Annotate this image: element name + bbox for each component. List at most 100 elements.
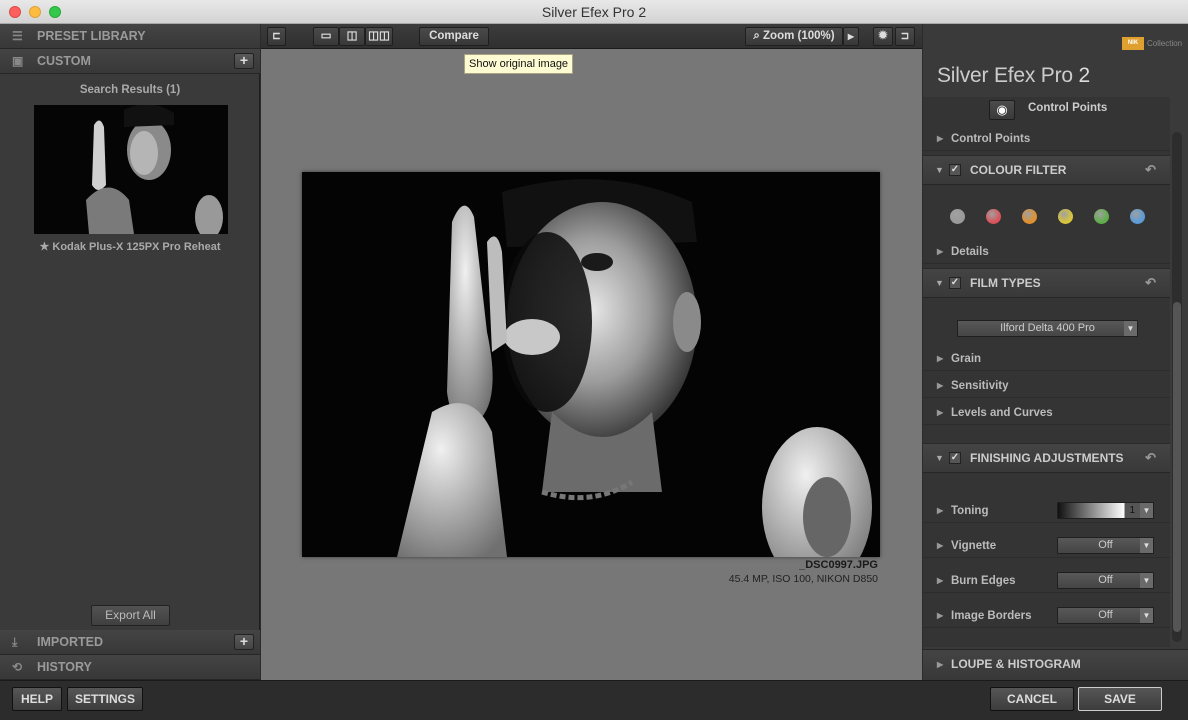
window-title: Silver Efex Pro 2 — [541, 4, 647, 20]
finishing-adjustments-checkbox[interactable]: ✓ — [949, 452, 961, 464]
preset-thumbnail-image — [34, 105, 228, 234]
add-control-point-button[interactable]: ◉ — [989, 100, 1015, 120]
details-row[interactable]: ▶ Details — [923, 240, 1170, 264]
sensitivity-label: Sensitivity — [951, 380, 1009, 392]
split-view-button[interactable]: ◫ — [339, 27, 365, 46]
toggle-right-panel-button[interactable]: ⊐ — [895, 27, 915, 46]
colour-filter-swatch[interactable] — [1058, 209, 1073, 224]
toning-label: Toning — [951, 505, 989, 517]
compare-tooltip: Show original image — [464, 54, 574, 74]
burn-edges-select[interactable]: Off ▼ — [1057, 572, 1154, 589]
grain-label: Grain — [951, 353, 982, 365]
chevron-right-icon: ▶ — [937, 408, 944, 417]
chevron-down-icon: ▼ — [935, 453, 944, 463]
finishing-adjustments-section[interactable]: ▼ ✓ FINISHING ADJUSTMENTS ↶ — [923, 443, 1170, 473]
app-title-text: Silver Efex Pro — [937, 64, 1073, 87]
preset-name[interactable]: ★ Kodak Plus-X 125PX Pro Reheat — [0, 240, 260, 253]
image-borders-select[interactable]: Off ▼ — [1057, 607, 1154, 624]
levels-curves-row[interactable]: ▶ Levels and Curves — [923, 401, 1170, 425]
chevron-right-icon: ▶ — [937, 134, 944, 143]
nik-collection-label: Collection — [1147, 39, 1183, 48]
compare-button[interactable]: Compare — [419, 27, 489, 46]
preset-thumbnail[interactable] — [34, 105, 228, 234]
zoom-button[interactable]: ⌕ Zoom (100%) — [745, 27, 843, 46]
loupe-histogram-section[interactable]: ▶ LOUPE & HISTOGRAM — [923, 649, 1188, 680]
single-view-button[interactable]: ▭ — [313, 27, 339, 46]
background-brightness-button[interactable]: ✹ — [873, 27, 893, 46]
control-point-icon: ◉ — [996, 102, 1008, 117]
chevron-right-icon: ▶ — [937, 506, 944, 515]
save-button[interactable]: SAVE — [1078, 687, 1162, 711]
levels-curves-label: Levels and Curves — [951, 407, 1053, 419]
split-view-icon: ◫ — [346, 30, 358, 42]
settings-button[interactable]: SETTINGS — [67, 687, 143, 711]
colour-filter-swatch[interactable] — [1022, 209, 1037, 224]
colour-filter-swatch[interactable] — [1094, 209, 1109, 224]
vignette-label: Vignette — [951, 540, 997, 552]
custom-header[interactable]: ▣ CUSTOM + — [0, 49, 260, 74]
list-icon: ☰ — [12, 29, 23, 43]
app-branding: NIK Collection Silver Efex Pro 2 — [923, 24, 1188, 97]
zoom-label: Zoom (100%) — [763, 30, 835, 42]
close-window-button[interactable] — [9, 6, 21, 18]
reset-icon[interactable]: ↶ — [1145, 444, 1156, 472]
folder-icon: ▣ — [12, 54, 24, 68]
side-by-side-view-button[interactable]: ◫◫ — [365, 27, 393, 46]
zoom-options-button[interactable]: ▶ — [843, 27, 859, 46]
toggle-left-panel-button[interactable]: ⊏ — [267, 27, 286, 46]
chevron-down-icon: ▼ — [935, 278, 944, 288]
control-points-button-label: Control Points — [1028, 102, 1108, 114]
sensitivity-row[interactable]: ▶ Sensitivity — [923, 374, 1170, 398]
minimize-window-button[interactable] — [29, 6, 41, 18]
chevron-down-icon: ▼ — [1124, 321, 1137, 336]
panel-toggle-icon: ⊏ — [272, 31, 281, 42]
film-types-checkbox[interactable]: ✓ — [949, 277, 961, 289]
image-metadata: 45.4 MP, ISO 100, NIKON D850 — [728, 573, 878, 585]
scrollbar-thumb[interactable] — [1173, 302, 1181, 632]
lightbulb-icon: ✹ — [878, 30, 888, 42]
magnifier-icon: ⌕ — [753, 30, 760, 42]
control-points-row[interactable]: ▶ Control Points — [923, 127, 1170, 151]
history-header[interactable]: ⟲ HISTORY — [0, 655, 260, 680]
preview-image[interactable] — [302, 172, 880, 557]
vignette-select[interactable]: Off ▼ — [1057, 537, 1154, 554]
colour-filter-swatch[interactable] — [986, 209, 1001, 224]
loupe-histogram-label: LOUPE & HISTOGRAM — [951, 657, 1081, 671]
preset-library-header[interactable]: ☰ PRESET LIBRARY — [0, 24, 260, 49]
toning-select[interactable]: 1 ▼ — [1057, 502, 1154, 519]
export-all-button[interactable]: Export All — [91, 605, 170, 626]
colour-filter-checkbox[interactable]: ✓ — [949, 164, 961, 176]
reset-icon[interactable]: ↶ — [1145, 156, 1156, 184]
zoom-window-button[interactable] — [49, 6, 61, 18]
film-type-select[interactable]: Ilford Delta 400 Pro ▼ — [957, 320, 1138, 337]
film-types-section[interactable]: ▼ ✓ FILM TYPES ↶ — [923, 268, 1170, 298]
finishing-adjustments-label: FINISHING ADJUSTMENTS — [970, 451, 1124, 465]
preset-library-label: PRESET LIBRARY — [37, 29, 146, 43]
app-window: Silver Efex Pro 2 ☰ PRESET LIBRARY ▣ CUS… — [0, 0, 1188, 720]
chevron-down-icon: ▼ — [935, 165, 944, 175]
image-borders-value: Off — [1098, 609, 1113, 621]
image-borders-label: Image Borders — [951, 610, 1032, 622]
grain-row[interactable]: ▶ Grain — [923, 347, 1170, 371]
imported-label: IMPORTED — [37, 635, 103, 649]
reset-icon[interactable]: ↶ — [1145, 269, 1156, 297]
colour-filter-swatch[interactable] — [950, 209, 965, 224]
add-imported-preset-button[interactable]: + — [234, 634, 254, 650]
film-types-label: FILM TYPES — [970, 276, 1041, 290]
chevron-right-icon: ▶ — [847, 32, 855, 41]
preset-library-panel: ☰ PRESET LIBRARY ▣ CUSTOM + Search Resul… — [0, 24, 260, 680]
colour-filter-section[interactable]: ▼ ✓ COLOUR FILTER ↶ — [923, 155, 1170, 185]
imported-header[interactable]: ⤓ IMPORTED + — [0, 630, 260, 655]
nik-logo: NIK — [1122, 37, 1144, 50]
add-custom-preset-button[interactable]: + — [234, 53, 254, 69]
help-button[interactable]: HELP — [12, 687, 62, 711]
cancel-button[interactable]: CANCEL — [990, 687, 1074, 711]
toning-value: 1 — [1129, 505, 1135, 516]
chevron-right-icon: ▶ — [937, 354, 944, 363]
adjustments-scrollbar[interactable] — [1172, 132, 1182, 642]
history-label: HISTORY — [37, 660, 92, 674]
vignette-value: Off — [1098, 539, 1113, 551]
history-icon: ⟲ — [12, 660, 23, 674]
colour-filter-swatch[interactable] — [1130, 209, 1145, 224]
side-by-side-icon: ◫◫ — [368, 30, 390, 42]
